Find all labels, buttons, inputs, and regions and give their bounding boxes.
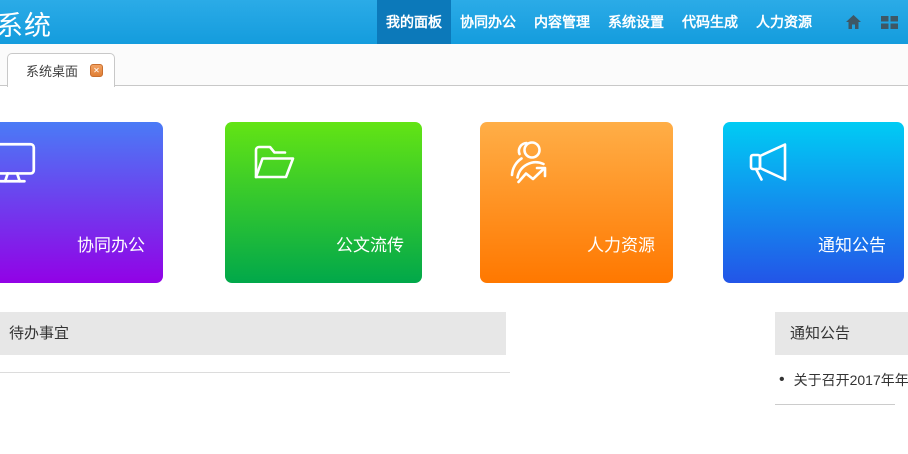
tile-label: 协同办公 — [77, 231, 145, 256]
todo-panel-title: 待办事宜 — [0, 312, 506, 355]
grid-icon[interactable] — [881, 15, 898, 30]
tab-system-desktop[interactable]: 系统桌面 ✕ — [7, 53, 115, 87]
nav-item-my-panel[interactable]: 我的面板 — [377, 0, 451, 44]
main-nav: 我的面板 协同办公 内容管理 系统设置 代码生成 人力资源 — [377, 0, 821, 44]
nav-item-collaborative-office[interactable]: 协同办公 — [451, 0, 525, 44]
app-logo: 系统 — [0, 4, 52, 43]
nav-item-code-generation[interactable]: 代码生成 — [673, 0, 747, 44]
close-icon[interactable]: ✕ — [90, 64, 103, 77]
nav-item-content-management[interactable]: 内容管理 — [525, 0, 599, 44]
header-icon-group — [845, 0, 898, 44]
tab-bar: 系统桌面 ✕ — [0, 44, 908, 86]
tile-label: 人力资源 — [587, 231, 655, 256]
notice-list-item[interactable]: • 关于召开2017年年 — [779, 370, 908, 390]
tile-collaborative-office[interactable]: 协同办公 — [0, 122, 163, 283]
tile-label: 通知公告 — [818, 231, 886, 256]
tab-label: 系统桌面 — [26, 61, 78, 80]
app-header: 系统 我的面板 协同办公 内容管理 系统设置 代码生成 人力资源 — [0, 0, 908, 44]
home-icon[interactable] — [845, 14, 862, 30]
person-activity-icon — [504, 138, 552, 186]
tile-human-resources[interactable]: 人力资源 — [480, 122, 673, 283]
notice-panel-title: 通知公告 — [775, 312, 908, 355]
bullet-icon: • — [779, 371, 785, 389]
nav-item-system-settings[interactable]: 系统设置 — [599, 0, 673, 44]
todo-panel-divider — [0, 372, 510, 373]
notice-item-text: 关于召开2017年年 — [794, 370, 908, 390]
tile-grid: 协同办公 公文流传 人力资源 — [0, 122, 908, 283]
nav-item-human-resources[interactable]: 人力资源 — [747, 0, 821, 44]
tile-document-flow[interactable]: 公文流传 — [225, 122, 422, 283]
megaphone-icon — [747, 138, 795, 186]
tile-label: 公文流传 — [336, 231, 404, 256]
notice-panel-divider — [775, 404, 895, 405]
monitor-icon — [0, 138, 39, 188]
tile-notice[interactable]: 通知公告 — [723, 122, 904, 283]
folder-open-icon — [249, 138, 297, 186]
